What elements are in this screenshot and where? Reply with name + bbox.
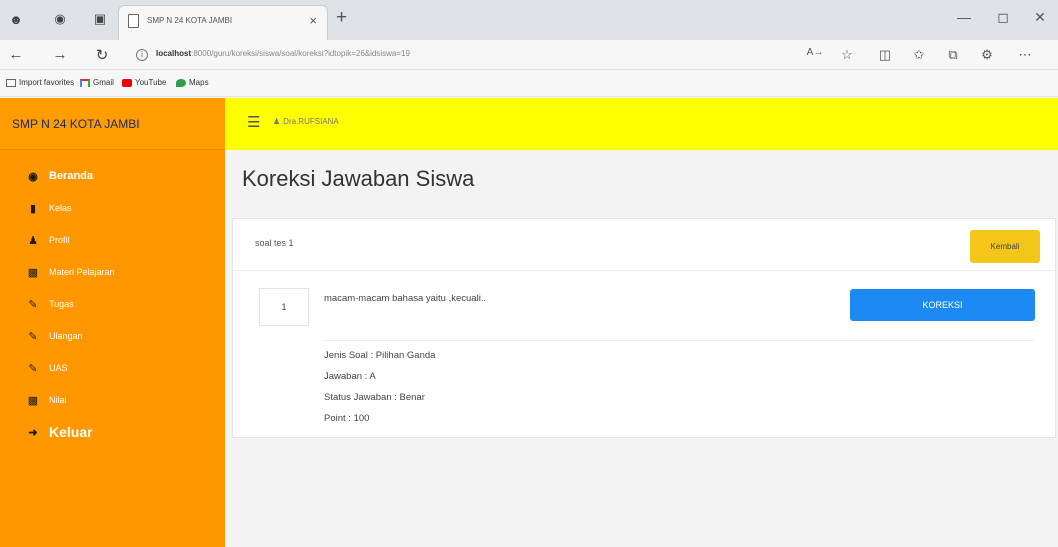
- sidebar-menu: ◉ Beranda ▮ Kelas ♟ Profil ▩ Materi Pelajara…: [0, 150, 225, 448]
- gmail-icon: [80, 78, 90, 87]
- split-screen-icon[interactable]: ◫: [876, 47, 894, 63]
- more-icon[interactable]: ⋯: [1016, 47, 1034, 63]
- extensions-icon[interactable]: ⚙: [978, 47, 996, 63]
- bookmark-icon: ▮: [29, 202, 37, 215]
- read-aloud-icon[interactable]: A→: [806, 47, 824, 58]
- sidebar-item-beranda[interactable]: ◉ Beranda: [0, 160, 225, 192]
- browser-titlebar: ☻ ◉ ▣ SMP N 24 KOTA JAMBI × + — ◻ ✕: [0, 0, 1058, 40]
- back-button[interactable]: Kembali: [970, 230, 1040, 263]
- sidebar-item-label: UAS: [49, 363, 68, 373]
- user-name: Dra.RUFSIANA: [283, 117, 339, 126]
- edit-icon: ✎: [28, 362, 38, 375]
- profile-icon[interactable]: ☻: [6, 10, 26, 28]
- tab-title: SMP N 24 KOTA JAMBI: [147, 16, 233, 25]
- tab-actions-icon[interactable]: ▣: [90, 10, 110, 28]
- favorite-gmail[interactable]: Gmail: [80, 78, 114, 87]
- answer-status: Status Jawaban : Benar: [324, 392, 425, 403]
- user-icon: ♟: [273, 117, 281, 126]
- edit-icon: ✎: [28, 330, 38, 343]
- question-card: soal tes 1 Kembali 1 macam-macam bahasa …: [232, 218, 1056, 438]
- answer-details: Jenis Soal : Pilihan Ganda Jawaban : A S…: [324, 340, 1034, 429]
- favorite-youtube[interactable]: YouTube: [122, 78, 166, 87]
- sidebar-item-profil[interactable]: ♟ Profil: [0, 224, 225, 256]
- file-icon: ▩: [27, 394, 39, 407]
- sidebar-item-label: Ulangan: [49, 331, 83, 341]
- youtube-icon: [122, 78, 132, 87]
- collections-icon[interactable]: ⧉: [944, 47, 962, 63]
- maximize-icon[interactable]: ◻: [993, 9, 1013, 26]
- user-icon: ♟: [28, 234, 38, 247]
- new-tab-button[interactable]: +: [336, 7, 347, 29]
- sidebar-item-label: Beranda: [49, 170, 94, 182]
- forward-icon[interactable]: →: [50, 46, 70, 63]
- close-window-icon[interactable]: ✕: [1030, 9, 1050, 26]
- edit-icon: ✎: [28, 298, 38, 311]
- dashboard-icon: ◉: [28, 170, 38, 183]
- back-icon[interactable]: ←: [6, 46, 26, 63]
- top-navbar: ☰ ♟ Dra.RUFSIANA: [225, 98, 1058, 150]
- sidebar-item-label: Materi Pelajaran: [49, 267, 115, 277]
- import-icon: [6, 78, 16, 87]
- workspaces-icon[interactable]: ◉: [50, 10, 70, 28]
- minimize-icon[interactable]: —: [954, 9, 974, 25]
- sidebar-item-label: Tugas: [49, 299, 74, 309]
- page-title: Koreksi Jawaban Siswa: [242, 166, 475, 191]
- koreksi-button[interactable]: KOREKSI: [850, 289, 1035, 321]
- sidebar-item-ulangan[interactable]: ✎ Ulangan: [0, 320, 225, 352]
- favorites-bar: Import favorites Gmail YouTube Maps: [0, 71, 1058, 97]
- soal-label: soal tes 1: [255, 238, 294, 248]
- favorite-maps[interactable]: Maps: [176, 78, 209, 87]
- brand-title[interactable]: SMP N 24 KOTA JAMBI: [0, 98, 225, 150]
- sidebar-item-kelas[interactable]: ▮ Kelas: [0, 192, 225, 224]
- sidebar-item-uas[interactable]: ✎ UAS: [0, 352, 225, 384]
- sidebar-item-label: Nilai: [49, 395, 67, 405]
- close-tab-icon[interactable]: ×: [309, 13, 317, 28]
- favorites-icon[interactable]: ✩: [910, 47, 928, 63]
- sidebar-item-label: Keluar: [49, 424, 93, 440]
- sidebar-item-keluar[interactable]: ➜ Keluar: [0, 416, 225, 448]
- file-icon: ▩: [27, 266, 39, 279]
- sidebar-item-nilai[interactable]: ▩ Nilai: [0, 384, 225, 416]
- user-menu[interactable]: ♟ Dra.RUFSIANA: [273, 117, 339, 126]
- sidebar: SMP N 24 KOTA JAMBI ◉ Beranda ▮ Kelas ♟ Pro…: [0, 98, 225, 547]
- question-type: Jenis Soal : Pilihan Ganda: [324, 350, 436, 361]
- question-text: macam-macam bahasa yaitu ,kecuali..: [324, 293, 487, 304]
- card-header: soal tes 1 Kembali: [233, 219, 1055, 271]
- sidebar-item-label: Profil: [49, 235, 70, 245]
- answer-value: Jawaban : A: [324, 371, 376, 382]
- maps-icon: [176, 78, 186, 87]
- favorite-import[interactable]: Import favorites: [6, 78, 74, 87]
- info-icon[interactable]: i: [136, 49, 148, 61]
- sidebar-item-tugas[interactable]: ✎ Tugas: [0, 288, 225, 320]
- browser-tab[interactable]: SMP N 24 KOTA JAMBI ×: [118, 5, 328, 40]
- sign-out-icon: ➜: [28, 426, 38, 439]
- refresh-icon[interactable]: ↻: [92, 46, 112, 64]
- question-number: 1: [259, 288, 309, 326]
- favorite-star-icon[interactable]: ☆: [838, 47, 856, 63]
- address-bar: ← → ↻ i localhost:8000/guru/koreksi/sisw…: [0, 40, 1058, 70]
- url-field[interactable]: localhost:8000/guru/koreksi/siswa/soal/k…: [156, 49, 410, 58]
- answer-point: Point : 100: [324, 413, 370, 424]
- sidebar-item-materi-pelajaran[interactable]: ▩ Materi Pelajaran: [0, 256, 225, 288]
- sidebar-item-label: Kelas: [49, 203, 72, 213]
- menu-toggle-icon[interactable]: ☰: [247, 113, 260, 131]
- page-icon: [128, 14, 139, 28]
